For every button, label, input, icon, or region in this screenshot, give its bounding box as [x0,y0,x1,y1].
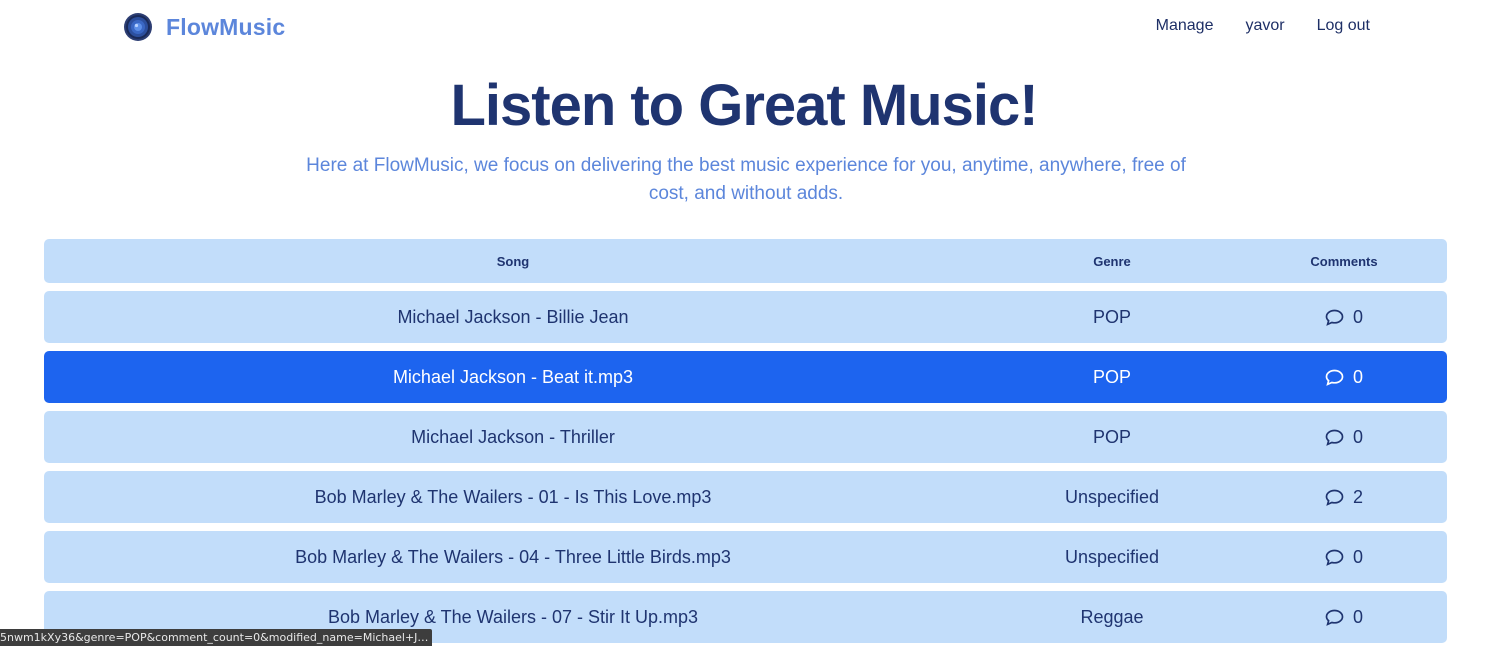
song-genre: Unspecified [1064,486,1160,507]
comment-count: 0 [1352,366,1363,387]
table-row-selected[interactable]: Michael Jackson - Beat it.mp3 POP 0 [44,351,1447,403]
comment-count: 0 [1352,306,1363,327]
table-row[interactable]: Bob Marley & The Wailers - 01 - Is This … [44,471,1447,523]
comment-count-cell: 0 [1242,411,1446,463]
header-genre: Genre [1093,253,1131,269]
brand-name: FlowMusic [166,13,286,40]
table-row[interactable]: Michael Jackson - Billie Jean POP 0 [44,291,1447,343]
header-comments: Comments [1310,253,1378,269]
nav-logout-link[interactable]: Log out [1317,17,1370,35]
song-genre: Unspecified [1064,546,1160,567]
comment-count: 0 [1352,546,1363,567]
hero-subtitle: Here at FlowMusic, we focus on deliverin… [306,155,1186,204]
table-header-row: Song Genre Comments [44,239,1447,283]
comment-count-cell: 0 [1242,291,1446,343]
status-bar-url: 5nwm1kXy36&genre=POP&comment_count=0&mod… [0,629,432,646]
comment-bubble-icon [1325,609,1344,626]
song-name: Bob Marley & The Wailers - 01 - Is This … [314,486,712,507]
comment-count: 0 [1352,426,1363,447]
song-genre: Reggae [1080,606,1144,627]
page: FlowMusic Manage yavor Log out Listen to… [0,0,1488,646]
comment-count-cell: 2 [1242,471,1446,523]
song-genre: POP [1092,306,1131,327]
table-row[interactable]: Michael Jackson - Thriller POP 0 [44,411,1447,463]
song-name: Michael Jackson - Thriller [411,426,615,447]
table-row[interactable]: Bob Marley & The Wailers - 04 - Three Li… [44,531,1447,583]
comment-count-cell: 0 [1242,531,1446,583]
song-name: Bob Marley & The Wailers - 04 - Three Li… [295,546,731,567]
song-genre: POP [1092,426,1131,447]
comment-bubble-icon [1325,429,1344,446]
song-name: Michael Jackson - Billie Jean [397,306,629,327]
header-song: Song [496,253,530,269]
comment-bubble-icon [1325,309,1344,326]
comment-bubble-icon [1325,369,1344,386]
brand-link[interactable]: FlowMusic [123,12,285,42]
speaker-icon [124,13,152,41]
nav-links: Manage yavor Log out [1124,17,1370,35]
navbar: FlowMusic Manage yavor Log out [0,0,1488,54]
song-name: Michael Jackson - Beat it.mp3 [392,366,634,387]
comment-count-cell: 0 [1242,351,1446,403]
comment-count: 0 [1352,606,1363,627]
comment-count: 2 [1352,486,1363,507]
song-genre: POP [1092,366,1131,387]
comment-bubble-icon [1325,489,1344,506]
hero-title: Listen to Great Music! [450,73,1038,138]
comment-bubble-icon [1325,549,1344,566]
comment-count-cell: 0 [1242,591,1446,643]
nav-user-link[interactable]: yavor [1245,17,1284,35]
nav-manage-link[interactable]: Manage [1156,17,1214,35]
songs-table: Song Genre Comments Michael Jackson - Bi… [44,239,1447,646]
